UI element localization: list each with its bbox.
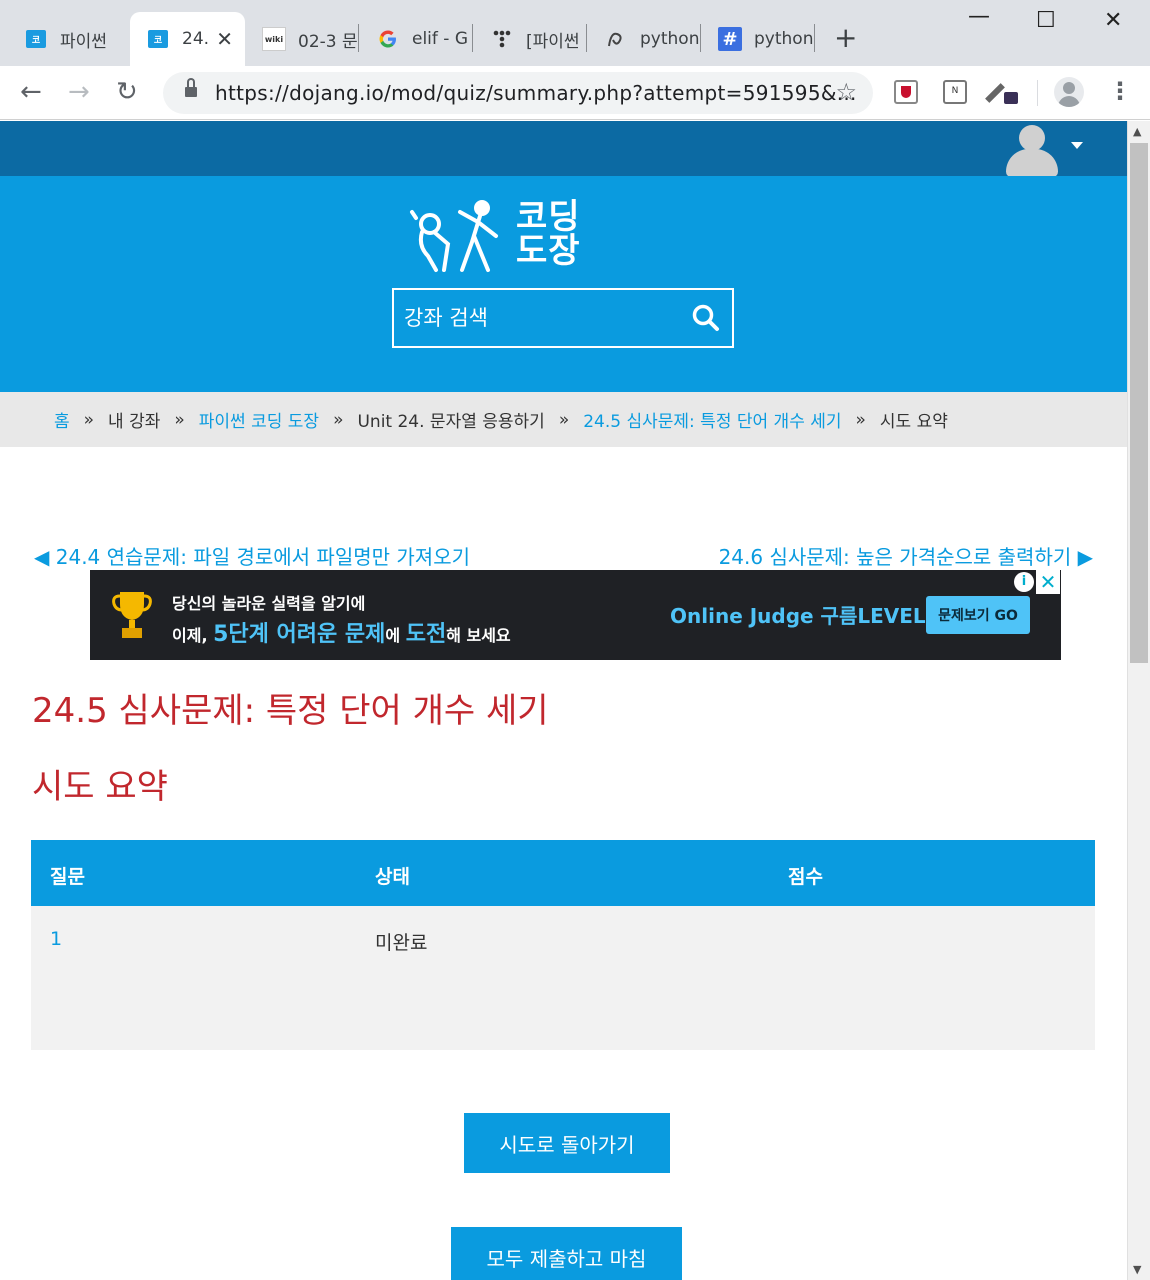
site-header: 코딩 도장 (0, 176, 1127, 392)
tab-separator (472, 24, 473, 52)
browser-tab[interactable]: elif - G (360, 12, 472, 66)
course-search-input[interactable] (394, 290, 674, 346)
scroll-up-arrow-icon[interactable]: ▲ (1133, 125, 1141, 138)
breadcrumb-separator: » (558, 409, 570, 430)
profile-avatar-icon[interactable] (1054, 77, 1084, 107)
page-viewport: 코딩 도장 홈 » 내 강좌 » 파이썬 코딩 도장 » Unit 24. 문자… (0, 121, 1127, 1280)
ad-text-line1: 당신의 놀라운 실력을 알기에 (172, 594, 366, 613)
address-bar[interactable]: https://dojang.io/mod/quiz/summary.php?a… (163, 72, 873, 114)
site-top-bar (0, 121, 1127, 177)
scroll-down-arrow-icon[interactable]: ▼ (1133, 1263, 1141, 1276)
submit-all-and-finish-button[interactable]: 모두 제출하고 마침 (451, 1227, 682, 1280)
color-picker-extension-icon[interactable] (985, 80, 1018, 104)
search-icon[interactable] (690, 302, 722, 334)
browser-tab[interactable]: 코 파이썬 (8, 12, 130, 66)
breadcrumb: 홈 » 내 강좌 » 파이썬 코딩 도장 » Unit 24. 문자열 응용하기… (0, 392, 1127, 447)
new-tab-button[interactable]: + (834, 22, 857, 54)
ad-cta-button[interactable]: 문제보기 GO (926, 596, 1030, 634)
bookmark-star-icon[interactable]: ☆ (835, 78, 857, 106)
url-text[interactable]: https://dojang.io/mod/quiz/summary.php?a… (215, 81, 857, 105)
column-header-score: 점수 (788, 866, 823, 888)
breadcrumb-separator: » (174, 409, 185, 430)
tab-separator (814, 24, 815, 52)
svg-text:코: 코 (154, 35, 162, 46)
next-activity-link[interactable]: 24.6 심사문제: 높은 가격순으로 출력하기 ▶ (719, 541, 1093, 570)
breadcrumb-unit: Unit 24. 문자열 응용하기 (357, 412, 545, 432)
advertisement-banner[interactable]: 당신의 놀라운 실력을 알기에 이제, 5단계 어려운 문제에 도전해 보세요 … (90, 570, 1061, 660)
page-scrollbar[interactable]: ▲ ▼ (1127, 121, 1150, 1280)
breadcrumb-my-courses: 내 강좌 (108, 412, 161, 432)
section-title: 시도 요약 (32, 767, 168, 807)
breadcrumb-course[interactable]: 파이썬 코딩 도장 (199, 407, 319, 432)
column-header-status: 상태 (375, 866, 410, 888)
close-window-button[interactable]: ✕ (1104, 8, 1122, 33)
breadcrumb-separator: » (855, 409, 866, 430)
tab-separator (586, 24, 587, 52)
ad-text-line2: 이제, 5단계 어려운 문제에 도전해 보세요 (172, 622, 511, 647)
back-button[interactable]: ← (20, 76, 42, 108)
svg-text:코: 코 (32, 35, 40, 46)
close-tab-icon[interactable]: ✕ (216, 27, 233, 51)
tistory-icon (490, 27, 514, 51)
ad-close-icon[interactable]: ✕ (1036, 570, 1060, 594)
course-search-box (392, 288, 734, 348)
browser-toolbar: ← → ↻ https://dojang.io/mod/quiz/summary… (0, 66, 1150, 120)
user-avatar-icon[interactable] (1004, 125, 1060, 177)
python-snake-icon (604, 27, 628, 51)
browser-tab[interactable]: # python (702, 12, 814, 66)
ad-info-icon[interactable]: i (1014, 572, 1034, 592)
breadcrumb-current: 시도 요약 (879, 412, 948, 432)
quiz-title: 24.5 심사문제: 특정 단어 개수 세기 (32, 691, 549, 731)
site-logo[interactable]: 코딩 도장 (408, 196, 598, 276)
breadcrumb-quiz[interactable]: 24.5 심사문제: 특정 단어 개수 세기 (583, 407, 841, 432)
trophy-icon (112, 592, 152, 638)
browser-tab-active[interactable]: 코 24.5 ✕ (130, 12, 245, 66)
mcafee-extension-icon[interactable] (894, 80, 918, 104)
question-number-link[interactable]: 1 (50, 928, 62, 950)
logo-text-line1: 코딩 (516, 197, 581, 237)
table-header: 질문 상태 점수 (31, 840, 1095, 906)
question-status: 미완료 (375, 932, 428, 954)
return-to-attempt-button[interactable]: 시도로 돌아가기 (464, 1113, 670, 1173)
scroll-thumb[interactable] (1130, 143, 1148, 663)
lock-icon (185, 78, 197, 98)
dojang-mascot-icon (410, 200, 498, 272)
dojang-icon: 코 (146, 27, 170, 51)
browser-tab-bar: 코 파이썬 코 24.5 ✕ wiki 02-3 문 elif - G [파이썬… (0, 0, 1150, 66)
attempt-summary-table: 질문 상태 점수 1 미완료 (31, 840, 1095, 1050)
column-header-question: 질문 (50, 866, 85, 888)
breadcrumb-home[interactable]: 홈 (54, 407, 70, 432)
previous-activity-link[interactable]: ◀ 24.4 연습문제: 파일 경로에서 파일명만 가져오기 (34, 541, 470, 570)
browser-tab[interactable]: python (588, 12, 700, 66)
logo-text-line2: 도장 (516, 231, 581, 271)
reload-button[interactable]: ↻ (116, 76, 138, 108)
maximize-button[interactable]: ☐ (1036, 8, 1056, 33)
browser-tab[interactable]: [파이썬 (474, 12, 586, 66)
google-icon (376, 27, 400, 51)
table-row: 1 미완료 (31, 906, 1095, 1050)
dojang-icon: 코 (24, 27, 48, 51)
browser-menu-icon[interactable]: ⋮ (1108, 76, 1132, 106)
browser-tab[interactable]: wiki 02-3 문 (246, 12, 358, 66)
user-menu-caret-icon[interactable] (1071, 142, 1083, 149)
forward-button[interactable]: → (68, 76, 90, 108)
hashcode-icon: # (718, 27, 742, 51)
wikidocs-icon: wiki (262, 27, 286, 51)
minimize-button[interactable]: — (968, 4, 990, 29)
breadcrumb-separator: » (333, 409, 344, 430)
toolbar-separator (1037, 80, 1038, 106)
tab-separator (700, 24, 701, 52)
tab-separator (358, 24, 359, 52)
extension-n-icon[interactable]: N (943, 80, 967, 104)
ad-brand: Online Judge 구름LEVEL (670, 604, 926, 628)
breadcrumb-separator: » (83, 409, 95, 430)
